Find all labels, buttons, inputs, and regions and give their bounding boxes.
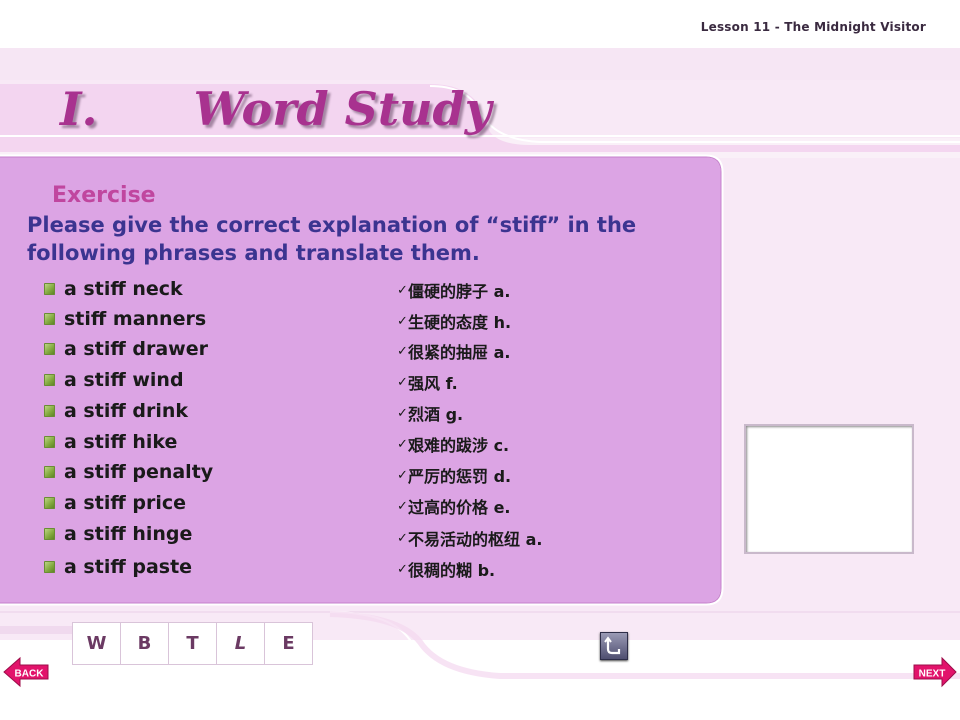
bullet-icon — [44, 283, 55, 295]
phrase-item: a stiff paste — [44, 555, 192, 579]
checkmark-icon: ✓ — [397, 282, 408, 298]
slide-title: I. Word Study — [60, 82, 491, 136]
answer-text: 僵硬的脖子 a. — [408, 282, 511, 301]
phrase-text: a stiff drawer — [64, 338, 208, 360]
phrase-item: a stiff penalty — [44, 460, 213, 484]
answer-text: 很稠的糊 b. — [408, 561, 496, 580]
phrase-item: a stiff drawer — [44, 337, 208, 361]
bullet-icon — [44, 466, 55, 478]
phrase-item: a stiff hinge — [44, 522, 192, 546]
answer-item: ✓ 强风 f. — [397, 370, 458, 394]
title-number: I. — [60, 82, 98, 136]
answer-item: ✓ 艰难的跋涉 c. — [397, 432, 509, 456]
bullet-icon — [44, 405, 55, 417]
checkmark-icon: ✓ — [397, 405, 408, 421]
answer-item: ✓ 不易活动的枢纽 a. — [397, 526, 542, 550]
image-placeholder — [744, 424, 914, 554]
bullet-icon — [44, 313, 55, 325]
back-label: BACK — [15, 669, 45, 680]
answer-text: 烈酒 g. — [408, 405, 464, 424]
answer-item: ✓ 过高的价格 e. — [397, 494, 511, 518]
phrase-item: stiff manners — [44, 307, 206, 331]
nav-button-w[interactable]: W — [72, 622, 121, 665]
return-button[interactable] — [600, 632, 628, 660]
section-nav: W B T L E — [72, 622, 313, 665]
answer-item: ✓ 僵硬的脖子 a. — [397, 278, 510, 302]
answer-text: 生硬的态度 h. — [408, 313, 512, 332]
bullet-icon — [44, 436, 55, 448]
bullet-icon — [44, 343, 55, 355]
phrase-text: a stiff price — [64, 492, 186, 514]
answer-item: ✓ 很稠的糊 b. — [397, 557, 495, 581]
checkmark-icon: ✓ — [397, 561, 408, 577]
answer-text: 艰难的跋涉 c. — [408, 436, 510, 455]
back-button[interactable]: BACK — [2, 656, 50, 688]
nav-button-e[interactable]: E — [264, 622, 313, 665]
exercise-instruction: Please give the correct explanation of “… — [27, 213, 637, 265]
bullet-icon — [44, 497, 55, 509]
answer-text: 强风 f. — [408, 374, 458, 393]
checkmark-icon: ✓ — [397, 436, 408, 452]
answer-item: ✓ 烈酒 g. — [397, 401, 463, 425]
return-arrow-icon — [604, 636, 621, 655]
phrase-item: a stiff drink — [44, 399, 188, 423]
answer-text: 严厉的惩罚 d. — [408, 467, 512, 486]
bullet-icon — [44, 561, 55, 573]
phrase-item: a stiff hike — [44, 430, 177, 454]
phrase-text: a stiff neck — [64, 278, 183, 300]
checkmark-icon: ✓ — [397, 374, 408, 390]
checkmark-icon: ✓ — [397, 530, 408, 546]
answer-item: ✓ 严厉的惩罚 d. — [397, 463, 511, 487]
bullet-icon — [44, 374, 55, 386]
phrase-text: a stiff drink — [64, 400, 188, 422]
phrase-text: stiff manners — [64, 308, 207, 330]
phrase-text: a stiff penalty — [64, 461, 214, 483]
phrase-item: a stiff wind — [44, 368, 184, 392]
next-label: NEXT — [919, 669, 946, 680]
nav-button-t[interactable]: T — [168, 622, 217, 665]
phrase-text: a stiff hike — [64, 431, 178, 453]
bullet-icon — [44, 528, 55, 540]
phrase-text: a stiff hinge — [64, 523, 193, 545]
answer-text: 很紧的抽屉 a. — [408, 343, 511, 362]
checkmark-icon: ✓ — [397, 467, 408, 483]
nav-button-l[interactable]: L — [216, 622, 265, 665]
phrase-text: a stiff wind — [64, 369, 184, 391]
title-text: Word Study — [193, 82, 492, 136]
answer-text: 过高的价格 e. — [408, 498, 511, 517]
nav-button-b[interactable]: B — [120, 622, 169, 665]
answer-item: ✓ 很紧的抽屉 a. — [397, 339, 510, 363]
answer-item: ✓ 生硬的态度 h. — [397, 309, 511, 333]
checkmark-icon: ✓ — [397, 313, 408, 329]
phrase-item: a stiff price — [44, 491, 186, 515]
lesson-header: Lesson 11 - The Midnight Visitor — [700, 20, 926, 34]
phrase-text: a stiff paste — [64, 556, 193, 578]
exercise-label: Exercise — [52, 183, 156, 208]
checkmark-icon: ✓ — [397, 498, 408, 514]
answer-text: 不易活动的枢纽 a. — [408, 530, 543, 549]
phrase-item: a stiff neck — [44, 277, 183, 301]
next-button[interactable]: NEXT — [912, 656, 958, 688]
checkmark-icon: ✓ — [397, 343, 408, 359]
